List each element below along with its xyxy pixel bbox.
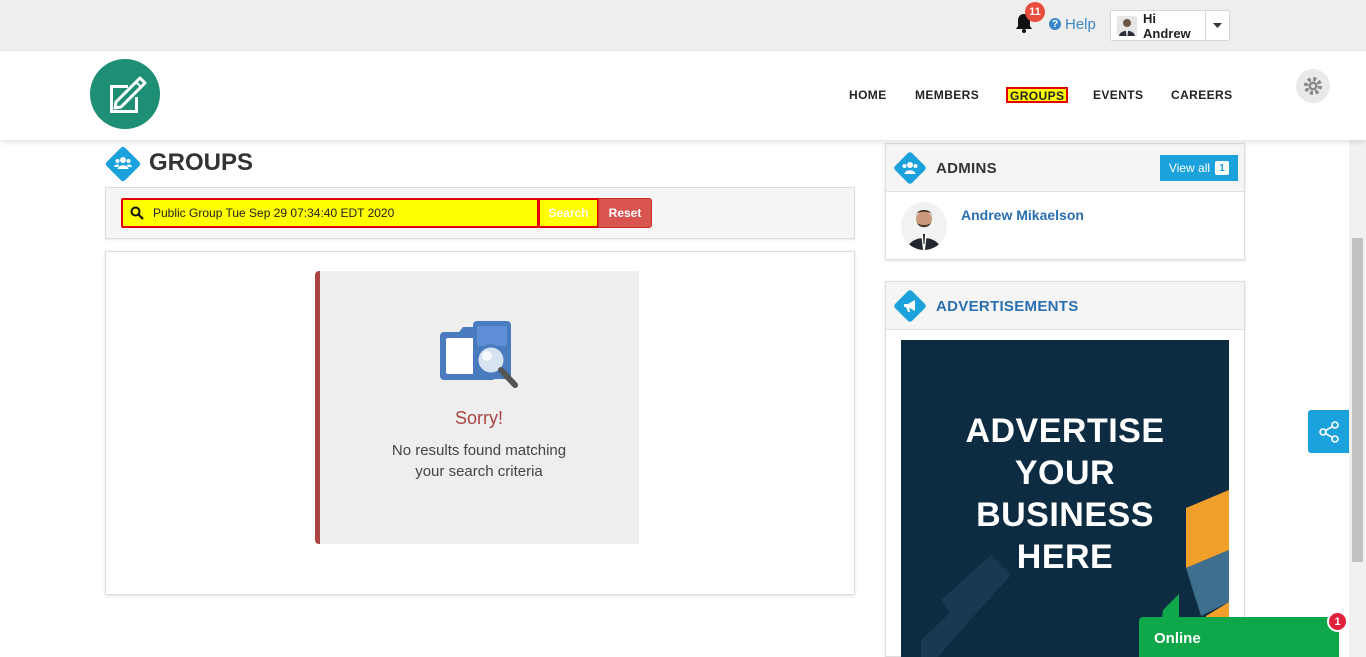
nav-members[interactable]: MEMBERS	[915, 88, 979, 104]
advertisements-panel: ADVERTISEMENTS ADVERTISE YOUR BUSINESS H…	[885, 281, 1245, 657]
users-icon	[899, 157, 921, 179]
folder-search-icon	[440, 321, 518, 388]
nav-groups[interactable]: GROUPS	[1006, 87, 1069, 103]
chevron-down-icon[interactable]	[1205, 11, 1229, 40]
no-results-line-2: your search criteria	[415, 463, 543, 480]
share-button[interactable]	[1308, 410, 1349, 453]
nav-careers[interactable]: CAREERS	[1171, 88, 1232, 104]
ad-line-2: YOUR	[1014, 454, 1116, 492]
user-menu-button[interactable]: Hi Andrew	[1110, 10, 1230, 41]
advertisement-banner[interactable]: ADVERTISE YOUR BUSINESS HERE	[901, 340, 1229, 657]
chat-unread-badge: 1	[1327, 611, 1348, 632]
settings-button[interactable]	[1296, 69, 1330, 103]
scrollbar-thumb[interactable]	[1352, 238, 1363, 562]
search-icon	[130, 206, 144, 220]
advertisements-title: ADVERTISEMENTS	[936, 298, 1079, 315]
view-all-label: View all	[1168, 161, 1211, 175]
question-circle-icon: ?	[1049, 18, 1061, 30]
users-icon	[112, 152, 134, 174]
admin-name-link[interactable]: Andrew Mikaelson	[961, 207, 1084, 223]
admins-title: ADMINS	[936, 160, 997, 177]
no-results-message: No results found matching your search cr…	[369, 440, 589, 482]
nav-events[interactable]: EVENTS	[1093, 88, 1143, 104]
admins-panel: ADMINS View all 1 Andrew Mikaelson	[885, 143, 1245, 260]
site-logo[interactable]	[90, 59, 160, 129]
user-avatar	[1117, 15, 1137, 36]
nav-home[interactable]: HOME	[849, 88, 887, 104]
ad-line-4: HERE	[1016, 538, 1114, 576]
search-input[interactable]	[153, 206, 533, 220]
notification-badge: 11	[1025, 2, 1045, 22]
gear-icon	[1304, 77, 1322, 95]
online-chat-widget[interactable]: Online	[1139, 617, 1339, 657]
main-header: HOME MEMBERS GROUPS EVENTS CAREERS	[0, 51, 1366, 140]
page-title: GROUPS	[149, 149, 254, 176]
ad-line-3: BUSINESS	[976, 496, 1154, 534]
view-all-button[interactable]: View all 1	[1160, 155, 1238, 181]
ads-panel-header: ADVERTISEMENTS	[886, 282, 1244, 330]
ad-line-1: ADVERTISE	[965, 412, 1165, 450]
admins-count-badge: 1	[1215, 161, 1230, 175]
admins-panel-header: ADMINS View all 1	[886, 144, 1244, 192]
search-field[interactable]	[121, 198, 539, 228]
help-label: Help	[1065, 15, 1096, 33]
help-link[interactable]: ? Help	[1049, 15, 1096, 33]
no-results-heading: Sorry!	[454, 408, 503, 428]
no-results-line-1: No results found matching	[391, 442, 567, 459]
megaphone-icon	[899, 295, 921, 317]
search-button[interactable]: Search	[538, 198, 599, 228]
reset-button[interactable]: Reset	[598, 198, 652, 228]
user-greeting: Hi Andrew	[1143, 10, 1191, 41]
ad-headline: ADVERTISE YOUR BUSINESS HERE	[901, 410, 1229, 578]
edit-document-icon	[110, 76, 147, 113]
share-icon	[1318, 420, 1339, 443]
admin-avatar[interactable]	[901, 202, 947, 250]
